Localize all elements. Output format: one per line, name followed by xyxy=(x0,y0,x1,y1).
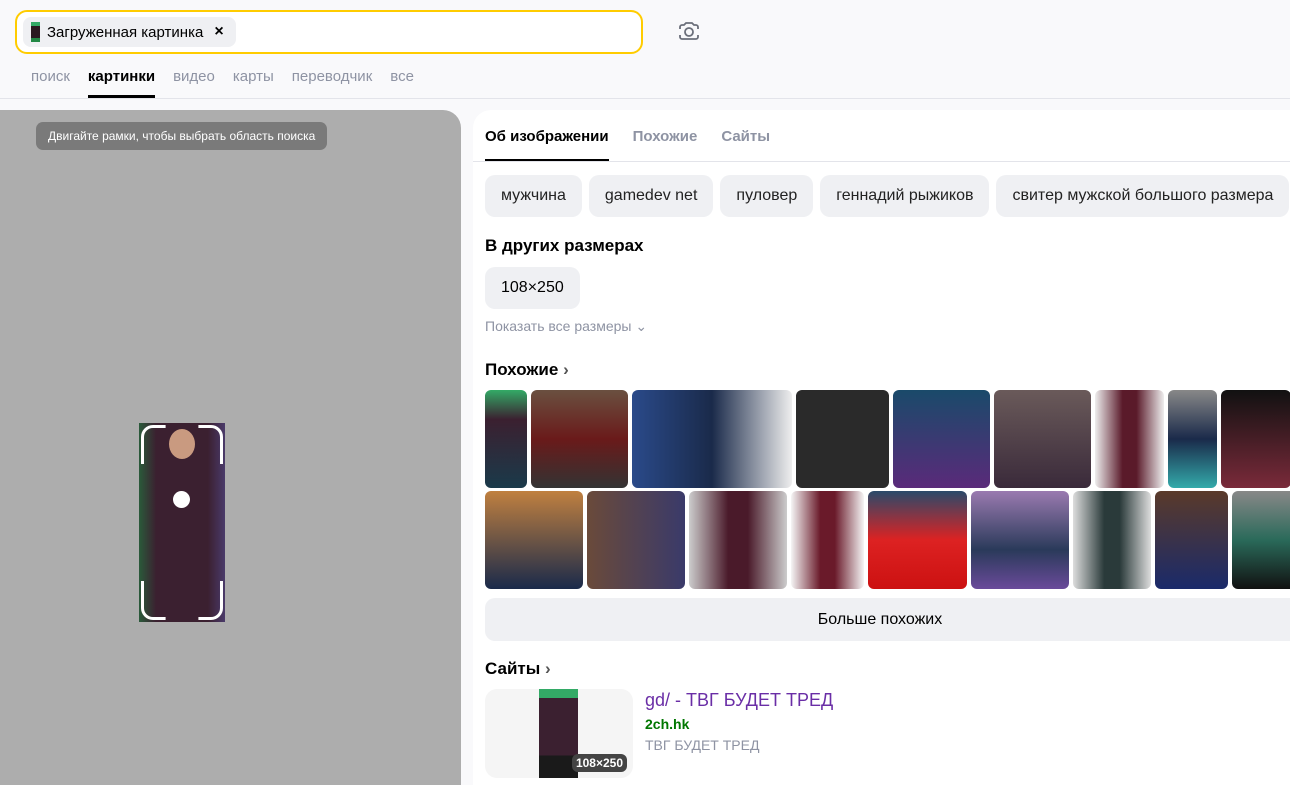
similar-image[interactable] xyxy=(632,390,792,488)
site-thumbnail[interactable]: 108×250 xyxy=(485,689,633,778)
camera-icon[interactable] xyxy=(677,20,701,44)
similar-image[interactable] xyxy=(689,491,787,589)
similar-image[interactable] xyxy=(994,390,1091,488)
results-tabs: Об изображении Похожие Сайты xyxy=(485,128,770,161)
similar-image[interactable] xyxy=(1232,491,1290,589)
tag[interactable]: мужчина xyxy=(485,175,582,217)
similar-row-2 xyxy=(485,491,1290,589)
close-icon[interactable]: × xyxy=(214,23,223,41)
similar-image[interactable] xyxy=(1073,491,1151,589)
size-badge: 108×250 xyxy=(571,754,627,772)
tag[interactable]: свитер мужской большого размера xyxy=(996,175,1290,217)
tag[interactable]: gamedev net xyxy=(588,175,714,217)
similar-heading[interactable]: Похожие › xyxy=(485,360,569,380)
image-content xyxy=(169,429,195,459)
similar-image[interactable] xyxy=(868,491,967,589)
similar-image[interactable] xyxy=(1168,390,1217,488)
similar-image[interactable] xyxy=(893,390,990,488)
site-title-prefix: gd/ xyxy=(645,690,671,710)
image-crop-panel: Двигайте рамки, чтобы выбрать область по… xyxy=(0,110,461,785)
search-bar[interactable]: Загруженная картинка × xyxy=(15,10,643,54)
crop-center-dot[interactable] xyxy=(173,491,190,508)
similar-image[interactable] xyxy=(1221,390,1290,488)
size-option[interactable]: 108×250 xyxy=(485,267,580,309)
tabs-divider xyxy=(473,161,1290,162)
nav-images[interactable]: картинки xyxy=(87,68,156,98)
tag-list: мужчина gamedev net пуловер геннадий рыж… xyxy=(485,175,1290,217)
nav-maps[interactable]: карты xyxy=(233,68,274,95)
nav-search[interactable]: поиск xyxy=(31,68,70,95)
site-title: - ТВГ БУДЕТ ТРЕД xyxy=(670,690,834,710)
chevron-right-icon: › xyxy=(540,659,551,678)
tab-sites[interactable]: Сайты xyxy=(721,128,770,161)
tag[interactable]: геннадий рыжиков xyxy=(820,175,990,217)
similar-image[interactable] xyxy=(1095,390,1164,488)
uploaded-image-chip[interactable]: Загруженная картинка × xyxy=(23,17,236,47)
tab-similar[interactable]: Похожие xyxy=(633,128,698,161)
site-description: ТВГ БУДЕТ ТРЕД xyxy=(645,737,760,753)
query-image xyxy=(139,423,225,622)
similar-title: Похожие xyxy=(485,360,559,379)
service-nav: поиск картинки видео карты переводчик вс… xyxy=(31,68,414,98)
nav-translator[interactable]: переводчик xyxy=(292,68,372,95)
chip-label: Загруженная картинка xyxy=(47,23,204,41)
tab-about[interactable]: Об изображении xyxy=(485,128,609,161)
similar-image[interactable] xyxy=(587,491,685,589)
show-all-label: Показать все размеры xyxy=(485,318,632,334)
similar-image[interactable] xyxy=(791,491,864,589)
other-sizes-heading: В других размерах xyxy=(485,236,644,255)
similar-image[interactable] xyxy=(485,491,583,589)
similar-row-1 xyxy=(485,390,1290,488)
more-similar-button[interactable]: Больше похожих xyxy=(485,598,1290,641)
site-host[interactable]: 2ch.hk xyxy=(645,716,689,732)
tag[interactable]: пуловер xyxy=(720,175,814,217)
similar-image[interactable] xyxy=(796,390,889,488)
nav-video[interactable]: видео xyxy=(173,68,215,95)
sites-heading[interactable]: Сайты › xyxy=(485,659,551,679)
show-all-sizes-link[interactable]: Показать все размеры ⌄ xyxy=(485,318,647,335)
similar-image[interactable] xyxy=(971,491,1069,589)
nav-all[interactable]: все xyxy=(390,68,414,95)
crop-tooltip: Двигайте рамки, чтобы выбрать область по… xyxy=(36,122,328,150)
results-panel: Об изображении Похожие Сайты мужчина gam… xyxy=(473,110,1290,785)
similar-image[interactable] xyxy=(531,390,628,488)
site-title-link[interactable]: gd/ - ТВГ БУДЕТ ТРЕД xyxy=(645,690,833,711)
divider xyxy=(0,98,1290,99)
uploaded-image-thumbnail xyxy=(31,22,40,42)
chevron-right-icon: › xyxy=(558,360,569,379)
similar-image[interactable] xyxy=(485,390,527,488)
similar-image[interactable] xyxy=(1155,491,1228,589)
chevron-down-icon: ⌄ xyxy=(635,318,648,334)
sites-title: Сайты xyxy=(485,659,541,678)
